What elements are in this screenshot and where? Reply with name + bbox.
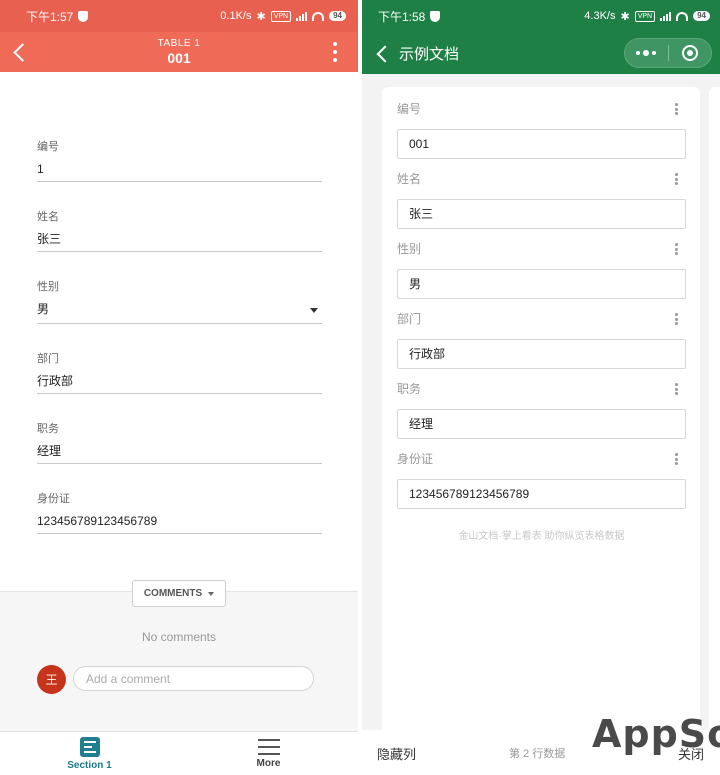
field-label: 身份证 — [37, 493, 70, 505]
field-value[interactable]: 行政部 — [397, 339, 686, 369]
field-value[interactable]: 123456789123456789 — [37, 512, 322, 534]
field-label: 编号 — [37, 141, 59, 153]
field-label: 身份证 — [397, 452, 434, 466]
right-screen: 下午1:58 4.3K/s ✱ VPN 94 示例文档 编号 001 姓名 张三… — [362, 0, 720, 775]
back-arrow-icon[interactable] — [6, 38, 34, 66]
dropdown-caret-icon — [208, 591, 215, 596]
tab-label: More — [256, 757, 281, 769]
more-vert-icon[interactable] — [675, 453, 679, 465]
hide-columns-button[interactable]: 隐藏列 — [377, 744, 416, 763]
field-label: 职务 — [397, 382, 422, 396]
footer-note: 金山文档·掌上看表 助你纵览表格数据 — [458, 531, 625, 542]
field-value[interactable]: 001 — [397, 129, 686, 159]
bottom-nav: Section 1 More — [0, 731, 358, 775]
field-label: 编号 — [397, 102, 422, 116]
back-arrow-icon[interactable] — [374, 43, 392, 63]
menu-icon — [257, 738, 280, 755]
field-value[interactable]: 张三 — [397, 199, 686, 229]
field-name: 姓名 张三 — [397, 171, 686, 229]
more-vert-icon[interactable] — [675, 243, 679, 255]
more-vert-icon[interactable] — [675, 173, 679, 185]
status-bar: 下午1:58 4.3K/s ✱ VPN 94 — [362, 0, 720, 32]
comment-input[interactable] — [73, 666, 314, 691]
field-position: 职务 经理 — [37, 420, 322, 464]
field-label: 性别 — [37, 281, 59, 293]
field-value[interactable]: 经理 — [397, 409, 686, 439]
status-time: 下午1:57 — [26, 9, 74, 24]
field-id: 编号 1 — [37, 138, 322, 182]
table-name: TABLE 1 — [157, 38, 201, 49]
field-label: 姓名 — [397, 172, 422, 186]
field-department: 部门 行政部 — [397, 311, 686, 369]
signal-icon — [296, 11, 308, 21]
field-id: 编号 001 — [397, 101, 686, 159]
signal-icon — [660, 11, 672, 21]
battery-icon: 94 — [693, 11, 710, 21]
field-label: 姓名 — [37, 211, 59, 223]
field-label: 职务 — [37, 423, 59, 435]
bluetooth-icon: ✱ — [256, 10, 266, 23]
status-bar: 下午1:57 0.1K/s ✱ VPN 94 — [0, 0, 358, 32]
app-header: TABLE 1 001 — [0, 32, 358, 72]
field-value[interactable]: 男 — [397, 269, 686, 299]
more-vert-icon[interactable] — [675, 383, 679, 395]
appso-watermark-logo: AppSo — [592, 712, 720, 756]
more-dots-icon[interactable] — [625, 50, 668, 56]
field-position: 职务 经理 — [397, 381, 686, 439]
network-speed: 0.1K/s — [220, 10, 252, 22]
next-card-peek[interactable] — [709, 87, 720, 747]
battery-icon: 94 — [329, 11, 346, 21]
bluetooth-icon: ✱ — [620, 10, 630, 23]
field-gender: 性别 男 — [37, 278, 322, 324]
shield-icon — [78, 10, 89, 22]
network-speed: 4.3K/s — [584, 10, 616, 22]
field-department: 部门 行政部 — [37, 350, 322, 394]
field-id-card: 身份证 123456789123456789 — [397, 451, 686, 509]
more-vert-icon[interactable] — [675, 103, 679, 115]
record-title: 001 — [167, 50, 191, 66]
field-value[interactable]: 1 — [37, 160, 322, 182]
no-comments-text: No comments — [141, 630, 217, 644]
field-label: 部门 — [397, 312, 422, 326]
status-time: 下午1:58 — [378, 9, 426, 24]
row-indicator: 第 2 行数据 — [509, 748, 566, 760]
wifi-icon — [676, 11, 689, 21]
comments-toggle-button[interactable]: COMMENTS — [132, 580, 226, 607]
shield-icon — [430, 10, 441, 22]
field-label: 部门 — [37, 353, 59, 365]
field-value[interactable]: 经理 — [37, 442, 322, 464]
close-target-icon[interactable] — [669, 45, 712, 61]
field-id-card: 身份证 123456789123456789 — [37, 490, 322, 534]
document-icon — [79, 736, 100, 757]
more-vert-icon[interactable] — [675, 313, 679, 325]
tab-more[interactable]: More — [179, 732, 358, 775]
field-value[interactable]: 张三 — [37, 230, 322, 252]
avatar: 王 — [37, 665, 66, 694]
wifi-icon — [312, 11, 325, 21]
vpn-badge: VPN — [634, 10, 656, 22]
tab-label: Section 1 — [67, 759, 112, 771]
miniprogram-capsule — [624, 38, 712, 68]
field-name: 姓名 张三 — [37, 208, 322, 252]
status-indicators: 0.1K/s ✱ VPN 94 — [220, 10, 346, 23]
page-title: 示例文档 — [399, 45, 460, 63]
status-indicators: 4.3K/s ✱ VPN 94 — [584, 10, 710, 23]
record-card: 编号 001 姓名 张三 性别 男 部门 行政部 职务 经理 身份证 12345… — [382, 87, 700, 747]
left-screen: 下午1:57 0.1K/s ✱ VPN 94 TABLE 1 001 编号 1 … — [0, 0, 358, 775]
field-gender: 性别 男 — [397, 241, 686, 299]
field-value[interactable]: 123456789123456789 — [397, 479, 686, 509]
more-vert-icon[interactable] — [332, 42, 338, 62]
vpn-badge: VPN — [270, 10, 292, 22]
comments-button-label: COMMENTS — [143, 588, 203, 599]
field-value: 男 — [37, 302, 50, 316]
field-label: 性别 — [397, 242, 422, 256]
app-header: 示例文档 — [362, 32, 720, 74]
dropdown-caret-icon — [310, 308, 318, 313]
comments-section — [0, 591, 358, 731]
record-form: 编号 1 姓名 张三 性别 男 部门 行政部 职务 经理 身份证 1234567… — [0, 72, 358, 534]
gender-select[interactable]: 男 — [37, 300, 322, 324]
tab-section-1[interactable]: Section 1 — [0, 732, 179, 775]
field-value[interactable]: 行政部 — [37, 372, 322, 394]
